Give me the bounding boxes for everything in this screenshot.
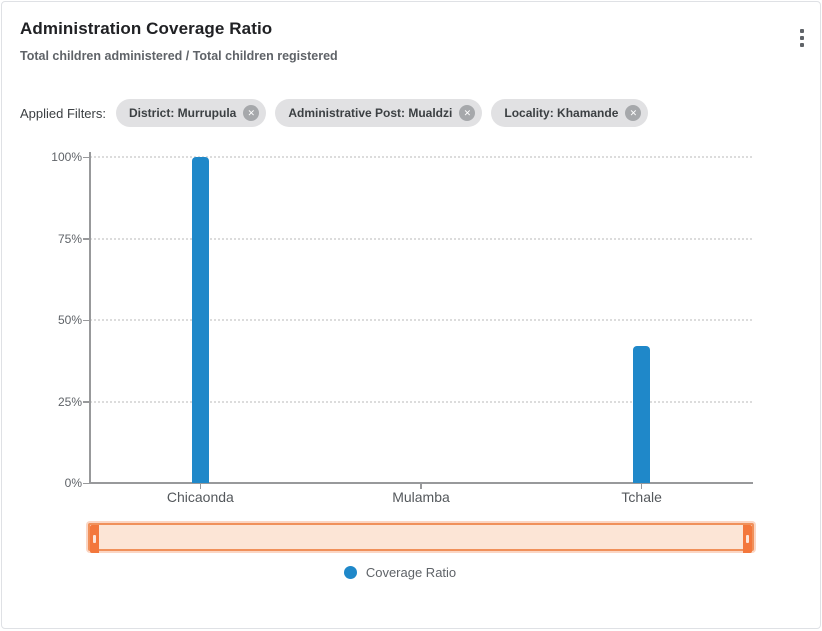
y-axis-tick-label: 50% [30,313,82,327]
y-axis-tick-label: 75% [30,232,82,246]
x-axis-category-label: Chicaonda [130,489,270,505]
card-header: Administration Coverage Ratio Total chil… [2,2,820,63]
bar-tchale[interactable] [633,346,650,483]
filter-chip: Locality: Khamande ✕ [491,99,648,127]
legend-label: Coverage Ratio [366,565,456,580]
chip-close-icon[interactable]: ✕ [243,105,259,121]
gridline [90,238,752,240]
slider-grip [746,535,749,543]
filter-chip-label: Administrative Post: Mualdzi [288,106,452,120]
slider-right-handle-icon[interactable] [743,525,752,553]
x-axis-category-label: Mulamba [351,489,491,505]
y-axis-tick-label: 25% [30,395,82,409]
bar-chicaonda[interactable] [192,157,209,483]
applied-filters-bar: Applied Filters: District: Murrupula✕Adm… [20,99,802,127]
kebab-dot [800,43,804,47]
kebab-menu-icon[interactable] [797,26,807,50]
legend-marker-icon [344,566,357,579]
chart-subtitle: Total children administered / Total chil… [20,49,802,63]
applied-filters-label: Applied Filters: [20,106,106,121]
chart-title: Administration Coverage Ratio [20,19,802,39]
kebab-dot [800,29,804,33]
chip-close-icon[interactable]: ✕ [459,105,475,121]
kebab-dot [800,36,804,40]
filter-chip-label: Locality: Khamande [504,106,618,120]
gridline [90,319,752,321]
y-axis-tick-label: 100% [30,150,82,164]
slider-grip [93,535,96,543]
chart-legend: Coverage Ratio [2,565,798,580]
y-axis-tick-label: 0% [30,476,82,490]
chip-close-icon[interactable]: ✕ [625,105,641,121]
gridline [90,401,752,403]
y-axis-line [89,152,91,483]
slider-left-handle-icon[interactable] [90,525,99,553]
gridline [90,156,752,158]
filter-chip: Administrative Post: Mualdzi ✕ [275,99,482,127]
zoom-range-slider[interactable] [88,523,754,551]
filter-chip-label: District: Murrupula [129,106,236,120]
filter-chip: District: Murrupula ✕ [116,99,266,127]
x-axis-category-label: Tchale [572,489,712,505]
chart-card: Administration Coverage Ratio Total chil… [1,1,821,629]
